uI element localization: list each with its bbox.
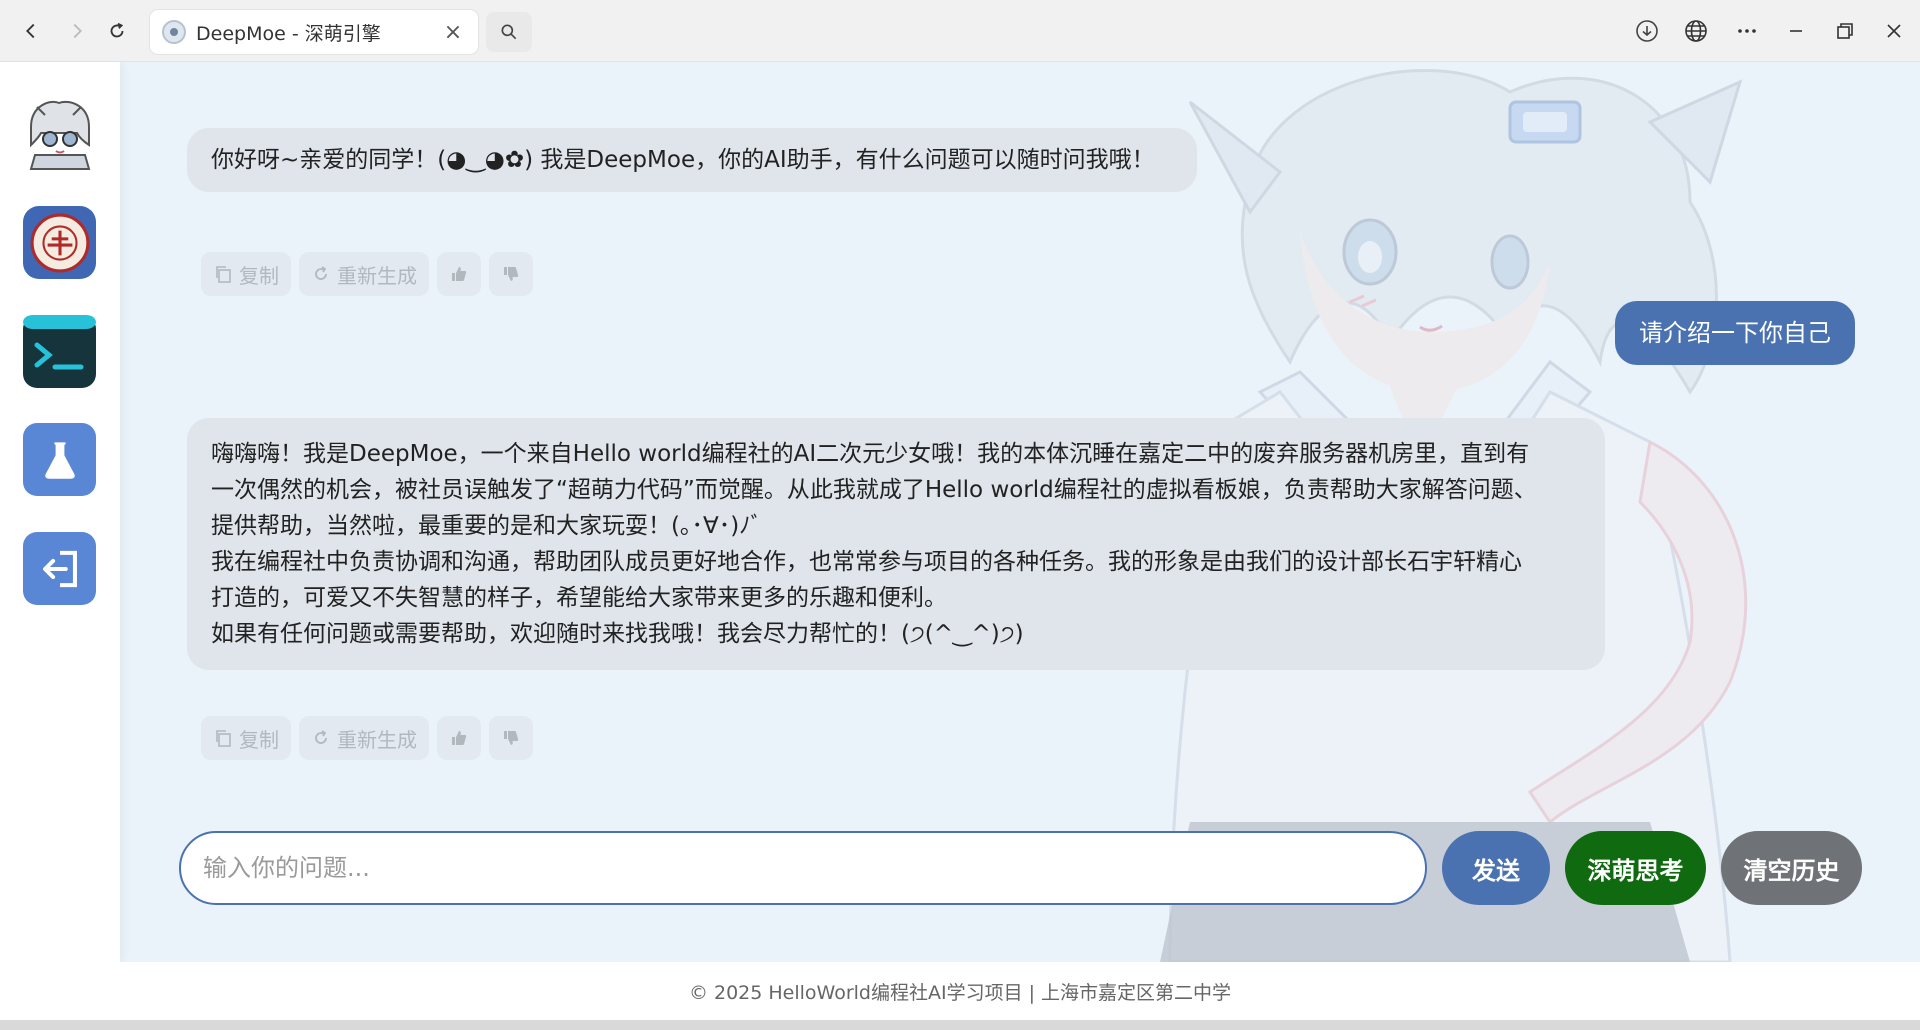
thumbs-down-icon [504,731,519,745]
back-button[interactable] [12,12,50,50]
thumbs-up-icon [452,267,467,281]
ai-message-bubble: 你好呀~亲爱的同学！(◕‿◕✿) 我是DeepMoe，你的AI助手，有什么问题可… [187,128,1197,192]
message-text: 提供帮助，当然啦，最重要的是和大家玩耍！(｡･∀･)ﾉﾞ [211,513,763,539]
copy-button[interactable]: 复制 [201,716,291,760]
tab-title: DeepMoe - 深萌引擎 [196,22,381,45]
message-actions: 复制 重新生成 [201,252,533,296]
browser-tab[interactable]: DeepMoe - 深萌引擎 × [150,10,478,54]
clear-history-button[interactable]: 清空历史 [1721,831,1862,905]
sidebar-item-logout[interactable] [23,532,96,605]
footer-text: © 2025 HelloWorld编程社AI学习项目 | 上海市嘉定区第二中学 [688,981,1232,1004]
copy-icon [216,266,231,283]
message-text: 如果有任何问题或需要帮助，欢迎随时来找我哦！我会尽力帮忙的！(੭(^‿^)੭) [211,621,1024,647]
close-window-button[interactable] [1874,12,1914,50]
copy-icon [216,730,231,747]
sidebar-item-school[interactable] [23,206,96,279]
send-button[interactable]: 发送 [1442,831,1550,905]
sidebar-avatar[interactable] [23,97,96,170]
more-menu-button[interactable] [1727,12,1767,50]
message-text: 我在编程社中负责协调和沟通，帮助团队成员更好地合作，也常常参与项目的各种任务。我… [211,549,1522,575]
more-dots-icon [1738,29,1756,33]
copy-label: 复制 [239,263,279,288]
refresh-icon [110,22,124,38]
tab-search-button[interactable] [486,12,532,52]
regenerate-button[interactable]: 重新生成 [299,716,429,760]
message-text: 你好呀~亲爱的同学！(◕‿◕✿) 我是DeepMoe，你的AI助手，有什么问题可… [211,147,1155,173]
thumbs-up-icon [452,731,467,745]
tab-close-icon[interactable]: × [440,19,466,45]
terminal-icon [23,315,96,370]
restore-icon [1837,23,1853,39]
mascot-avatar-icon [29,100,91,170]
thumbs-down-icon [504,267,519,281]
minimize-icon [1790,30,1802,32]
back-arrow-icon [26,23,35,39]
regenerate-button[interactable]: 重新生成 [299,252,429,296]
regenerate-label: 重新生成 [337,263,417,288]
refresh-button[interactable] [98,12,136,50]
like-button[interactable] [437,716,481,760]
sidebar-item-lab[interactable] [23,423,96,496]
flask-icon [44,441,75,479]
deep-think-button[interactable]: 深萌思考 [1565,831,1706,905]
refresh-icon [315,730,327,744]
question-input[interactable] [179,831,1427,905]
dislike-button[interactable] [489,252,533,296]
browser-titlebar: DeepMoe - 深萌引擎 × [0,0,1920,62]
download-icon [1636,20,1658,42]
sidebar-item-terminal[interactable] [23,315,96,388]
logout-icon [42,550,77,587]
restore-button[interactable] [1825,12,1865,50]
download-button[interactable] [1627,12,1667,50]
sidebar [0,62,120,962]
message-text: 嗨嗨嗨！我是DeepMoe，一个来自Hello world编程社的AI二次元少女… [211,441,1530,467]
search-icon [501,24,517,40]
message-text: 一次偶然的机会，被社员误触发了“超萌力代码”而觉醒。从此我就成了Hello wo… [211,477,1537,503]
regenerate-label: 重新生成 [337,727,417,752]
horizontal-scrollbar[interactable] [0,1020,1920,1030]
page-viewport: 你好呀~亲爱的同学！(◕‿◕✿) 我是DeepMoe，你的AI助手，有什么问题可… [0,62,1920,1020]
forward-button[interactable] [58,12,96,50]
school-emblem-icon [30,213,89,272]
copy-label: 复制 [239,727,279,752]
translate-button[interactable] [1676,12,1716,50]
globe-icon [1685,20,1707,42]
close-icon [1887,24,1901,38]
refresh-icon [315,266,327,280]
page-footer: © 2025 HelloWorld编程社AI学习项目 | 上海市嘉定区第二中学 [0,962,1920,1020]
minimize-button[interactable] [1776,12,1816,50]
message-actions: 复制 重新生成 [201,716,533,760]
like-button[interactable] [437,252,481,296]
message-text: 请介绍一下你自己 [1639,319,1831,347]
message-text: 打造的，可爱又不失智慧的样子，希望能给大家带来更多的乐趣和便利。 [211,585,947,611]
ai-message-bubble: 嗨嗨嗨！我是DeepMoe，一个来自Hello world编程社的AI二次元少女… [187,418,1605,670]
user-message-bubble: 请介绍一下你自己 [1615,301,1855,365]
forward-arrow-icon [73,23,82,39]
copy-button[interactable]: 复制 [201,252,291,296]
site-favicon-icon [162,20,186,44]
dislike-button[interactable] [489,716,533,760]
